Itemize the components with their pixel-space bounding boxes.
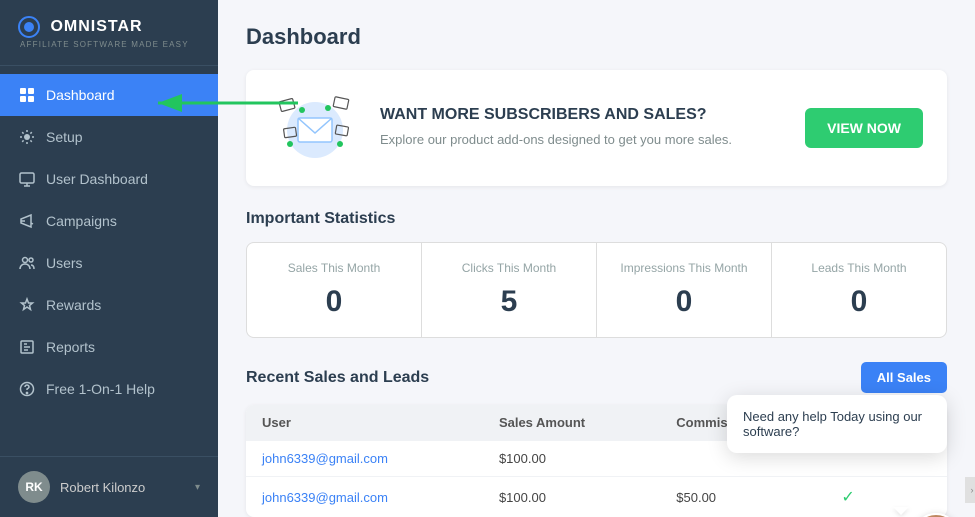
tooltip-text: Need any help Today using our software?: [743, 409, 922, 439]
row-user: john6339@gmail.com: [246, 441, 483, 477]
sidebar-item-dashboard[interactable]: Dashboard: [0, 74, 218, 116]
banner-heading: WANT MORE SUBSCRIBERS AND SALES?: [380, 106, 785, 124]
view-now-button[interactable]: VIEW NOW: [805, 108, 923, 148]
setup-icon: [18, 128, 36, 146]
stat-leads-value: 0: [788, 285, 930, 319]
sidebar-logo: OMNISTAR AFFILIATE SOFTWARE MADE EASY: [0, 0, 218, 66]
main-content: Dashboard WANT MORE SUBSC: [218, 0, 975, 517]
row-commission: $50.00: [660, 477, 825, 517]
all-sales-button[interactable]: All Sales: [861, 362, 947, 393]
dashboard-icon: [18, 86, 36, 104]
sidebar-item-campaigns[interactable]: Campaigns: [0, 200, 218, 242]
stat-leads-label: Leads This Month: [788, 261, 930, 275]
logo-name: OMNISTAR: [50, 18, 142, 35]
sidebar-item-label: Free 1-On-1 Help: [46, 381, 155, 397]
sidebar-item-label: Users: [46, 255, 83, 271]
sidebar-item-rewards[interactable]: Rewards: [0, 284, 218, 326]
sidebar-nav: Dashboard Setup User Dashboard Campaigns: [0, 66, 218, 456]
avatar: RK: [18, 471, 50, 503]
user-link[interactable]: john6339@gmail.com: [262, 451, 388, 466]
logo-icon: [18, 16, 40, 38]
stat-clicks-value: 5: [438, 285, 580, 319]
sidebar-item-reports[interactable]: Reports: [0, 326, 218, 368]
sidebar-item-label: Rewards: [46, 297, 101, 313]
banner-illustration: [270, 88, 360, 168]
sidebar-item-users[interactable]: Users: [0, 242, 218, 284]
stat-impressions-label: Impressions This Month: [613, 261, 755, 275]
campaigns-icon: [18, 212, 36, 230]
page-title: Dashboard: [246, 24, 947, 50]
sidebar: OMNISTAR AFFILIATE SOFTWARE MADE EASY Da…: [0, 0, 218, 517]
user-name: Robert Kilonzo: [60, 480, 145, 495]
tooltip-arrow: [893, 507, 909, 515]
stats-section-title: Important Statistics: [246, 210, 947, 228]
expand-icon[interactable]: ›: [965, 477, 975, 503]
help-icon: [18, 380, 36, 398]
user-link[interactable]: john6339@gmail.com: [262, 490, 388, 505]
rewards-icon: [18, 296, 36, 314]
banner-text: WANT MORE SUBSCRIBERS AND SALES? Explore…: [380, 106, 785, 150]
chevron-down-icon: ▾: [195, 482, 200, 493]
sidebar-item-help[interactable]: Free 1-On-1 Help: [0, 368, 218, 410]
sidebar-item-user-dashboard[interactable]: User Dashboard: [0, 158, 218, 200]
sidebar-item-label: Setup: [46, 129, 83, 145]
stat-sales: Sales This Month 0: [247, 243, 421, 337]
row-amount: ✓: [825, 477, 947, 517]
logo-tagline: AFFILIATE SOFTWARE MADE EASY: [18, 40, 200, 49]
sidebar-item-label: Campaigns: [46, 213, 117, 229]
chat-tooltip: Need any help Today using our software?: [727, 395, 947, 453]
table-row: john6339@gmail.com $100.00 $50.00 ✓: [246, 477, 947, 517]
stat-leads: Leads This Month 0: [772, 243, 946, 337]
stat-sales-value: 0: [263, 285, 405, 319]
promo-banner: WANT MORE SUBSCRIBERS AND SALES? Explore…: [246, 70, 947, 186]
sidebar-item-setup[interactable]: Setup: [0, 116, 218, 158]
col-user: User: [246, 405, 483, 441]
col-sales-amount: Sales Amount: [483, 405, 660, 441]
sidebar-footer[interactable]: RK Robert Kilonzo ▾: [0, 456, 218, 517]
reports-icon: [18, 338, 36, 356]
row-user: john6339@gmail.com: [246, 477, 483, 517]
row-sales-amount: $100.00: [483, 441, 660, 477]
sidebar-item-label: User Dashboard: [46, 171, 148, 187]
sidebar-item-label: Dashboard: [46, 87, 115, 103]
sidebar-item-label: Reports: [46, 339, 95, 355]
banner-description: Explore our product add-ons designed to …: [380, 130, 785, 150]
stats-grid: Sales This Month 0 Clicks This Month 5 I…: [246, 242, 947, 338]
row-sales-amount: $100.00: [483, 477, 660, 517]
stat-impressions-value: 0: [613, 285, 755, 319]
recent-sales-title: Recent Sales and Leads: [246, 369, 429, 387]
monitor-icon: [18, 170, 36, 188]
stat-clicks: Clicks This Month 5: [422, 243, 596, 337]
stat-impressions: Impressions This Month 0: [597, 243, 771, 337]
users-icon: [18, 254, 36, 272]
stat-clicks-label: Clicks This Month: [438, 261, 580, 275]
recent-sales-header: Recent Sales and Leads All Sales: [246, 362, 947, 393]
stat-sales-label: Sales This Month: [263, 261, 405, 275]
